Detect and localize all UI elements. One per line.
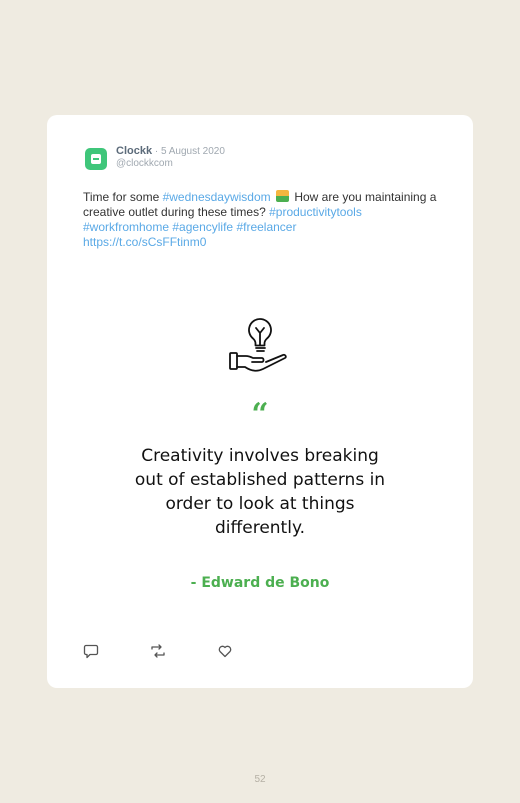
hashtag-link[interactable]: #wednesdaywisdom <box>163 190 271 204</box>
heart-icon[interactable] <box>217 643 233 659</box>
author-name[interactable]: Clockk <box>116 145 152 157</box>
hashtag-link[interactable]: #agencylife <box>172 220 233 234</box>
clockk-logo-avatar[interactable] <box>85 148 107 170</box>
tweet-text: Time for some #wednesdaywisdom How are y… <box>83 190 443 250</box>
tweet-text-part: Time for some <box>83 190 163 204</box>
quote-text: Creativity involves breaking out of esta… <box>134 446 386 538</box>
hashtag-link[interactable]: #workfromhome <box>83 220 169 234</box>
page-number: 52 <box>254 774 266 785</box>
hashtag-link[interactable]: #productivitytools <box>269 205 362 219</box>
hashtag-link[interactable]: #freelancer <box>236 220 296 234</box>
tweet-actions <box>83 643 283 659</box>
quote-author: - Edward de Bono <box>190 575 330 591</box>
author-line: Clockk · 5 August 2020 <box>116 145 225 157</box>
sunrise-emoji-icon <box>275 190 289 202</box>
clock-logo-icon <box>91 154 101 164</box>
tweet-date: · 5 August 2020 <box>152 146 225 157</box>
lightbulb-hand-icon <box>229 318 287 372</box>
author-handle[interactable]: @clockkcom <box>116 158 173 169</box>
tweet-url-link[interactable]: https://t.co/sCsFFtinm0 <box>83 235 206 249</box>
tweet-card: Clockk · 5 August 2020 @clockkcom Time f… <box>47 115 473 688</box>
quote-mark: “ <box>251 397 269 432</box>
reply-icon[interactable] <box>83 643 99 659</box>
retweet-icon[interactable] <box>150 643 166 659</box>
